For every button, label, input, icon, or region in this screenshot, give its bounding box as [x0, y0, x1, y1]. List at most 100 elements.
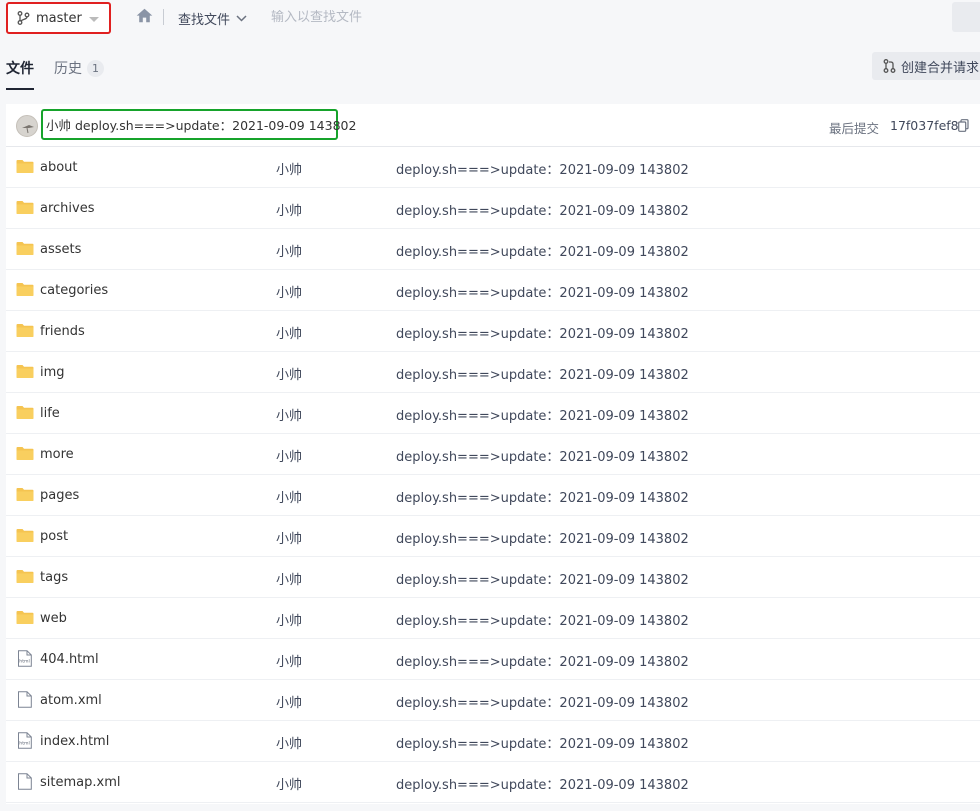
commit-message-link[interactable]: deploy.sh===>update：2021-09-09 143802	[396, 323, 689, 342]
file-name-link[interactable]: tags	[40, 570, 68, 585]
commit-message-link[interactable]: deploy.sh===>update：2021-09-09 143802	[396, 692, 689, 711]
commit-message-link[interactable]: deploy.sh===>update：2021-09-09 143802	[396, 446, 689, 465]
last-commit-label: 最后提交	[829, 121, 880, 136]
avatar-image	[22, 125, 34, 134]
commit-message-link[interactable]: deploy.sh===>update：2021-09-09 143802	[396, 651, 689, 670]
commit-author: 小帅	[276, 491, 303, 506]
avatar[interactable]	[16, 115, 38, 137]
commit-message-link[interactable]: deploy.sh===>update：2021-09-09 143802	[396, 364, 689, 383]
file-name-link[interactable]: post	[40, 529, 68, 544]
commit-author: 小帅	[276, 450, 303, 465]
toolbar-action-button[interactable]	[952, 2, 980, 32]
commit-message-link[interactable]: deploy.sh===>update：2021-09-09 143802	[396, 610, 689, 629]
folder-icon	[16, 159, 34, 176]
table-row[interactable]: life 小帅 deploy.sh===>update：2021-09-09 143…	[6, 393, 980, 434]
file-name-link[interactable]: 404.html	[40, 652, 99, 667]
tab-files[interactable]: 文件	[6, 58, 34, 90]
table-row[interactable]: categories 小帅 deploy.sh===>update：2021-09-…	[6, 270, 980, 311]
commit-author: 小帅	[276, 532, 303, 547]
folder-icon	[16, 364, 34, 381]
table-row[interactable]: tags 小帅 deploy.sh===>update：2021-09-09 143…	[6, 557, 980, 598]
home-icon[interactable]	[136, 8, 153, 23]
commit-message-link[interactable]: deploy.sh===>update：2021-09-09 143802	[396, 159, 689, 178]
file-search-input[interactable]	[271, 10, 471, 25]
commit-message-link[interactable]: deploy.sh===>update：2021-09-09 143802	[396, 282, 689, 301]
commit-author: 小帅	[276, 204, 303, 219]
last-commit-message[interactable]: 小帅 deploy.sh===>update：2021-09-09 143802	[41, 109, 356, 140]
folder-icon	[16, 405, 34, 422]
commit-author: 小帅	[276, 286, 303, 301]
branch-name: master	[36, 10, 82, 26]
file-name-link[interactable]: sitemap.xml	[40, 775, 120, 790]
file-name-link[interactable]: friends	[40, 324, 85, 339]
table-row[interactable]: pages 小帅 deploy.sh===>update：2021-09-09 14…	[6, 475, 980, 516]
file-name-link[interactable]: about	[40, 160, 78, 175]
find-file-label: 查找文件	[178, 13, 231, 28]
folder-icon	[16, 200, 34, 217]
table-row[interactable]: post 小帅 deploy.sh===>update：2021-09-09 143…	[6, 516, 980, 557]
commit-author: 小帅	[276, 409, 303, 424]
folder-icon	[16, 241, 34, 258]
last-commit-message-text: 小帅 deploy.sh===>update：2021-09-09 143802	[46, 118, 357, 133]
folder-icon	[16, 610, 34, 627]
tab-files-label: 文件	[6, 61, 34, 77]
table-row[interactable]: friends 小帅 deploy.sh===>update：2021-09-09 …	[6, 311, 980, 352]
file-name-link[interactable]: life	[40, 406, 60, 421]
create-merge-request-label: 创建合并请求	[901, 60, 980, 76]
folder-icon	[16, 487, 34, 504]
table-row[interactable]: web 小帅 deploy.sh===>update：2021-09-09 1438…	[6, 598, 980, 639]
git-branch-icon	[17, 11, 30, 25]
table-row[interactable]: assets 小帅 deploy.sh===>update：2021-09-09 1…	[6, 229, 980, 270]
file-name-link[interactable]: pages	[40, 488, 79, 503]
history-count-badge: 1	[87, 60, 104, 77]
branch-selector[interactable]: master	[6, 2, 111, 34]
commit-author: 小帅	[276, 737, 303, 752]
commit-message-link[interactable]: deploy.sh===>update：2021-09-09 143802	[396, 200, 689, 219]
commit-author: 小帅	[276, 368, 303, 383]
table-row[interactable]: img 小帅 deploy.sh===>update：2021-09-09 1438…	[6, 352, 980, 393]
file-name-link[interactable]: more	[40, 447, 74, 462]
table-row[interactable]: more 小帅 deploy.sh===>update：2021-09-09 143…	[6, 434, 980, 475]
commit-message-link[interactable]: deploy.sh===>update：2021-09-09 143802	[396, 774, 689, 793]
file-name-link[interactable]: img	[40, 365, 65, 380]
table-row[interactable]: archives 小帅 deploy.sh===>update：2021-09-09…	[6, 188, 980, 229]
commit-message-link[interactable]: deploy.sh===>update：2021-09-09 143802	[396, 241, 689, 260]
file-name-link[interactable]: archives	[40, 201, 95, 216]
commit-author: 小帅	[276, 163, 303, 178]
caret-down-icon	[89, 17, 99, 22]
commit-message-link[interactable]: deploy.sh===>update：2021-09-09 143802	[396, 569, 689, 588]
svg-text:html: html	[19, 740, 29, 746]
folder-icon	[16, 323, 34, 340]
table-row[interactable]: atom.xml 小帅 deploy.sh===>update：2021-09-09…	[6, 680, 980, 721]
create-merge-request-button[interactable]: 创建合并请求	[872, 52, 980, 80]
commit-message-link[interactable]: deploy.sh===>update：2021-09-09 143802	[396, 487, 689, 506]
file-table: about 小帅 deploy.sh===>update：2021-09-09 14…	[6, 147, 980, 803]
file-name-link[interactable]: categories	[40, 283, 108, 298]
folder-icon	[16, 446, 34, 463]
table-row[interactable]: sitemap.xml 小帅 deploy.sh===>update：2021-09…	[6, 762, 980, 803]
table-row[interactable]: html index.html 小帅 deploy.sh===>update：2021…	[6, 721, 980, 762]
file-name-link[interactable]: index.html	[40, 734, 109, 749]
breadcrumb-divider	[163, 9, 164, 25]
file-name-link[interactable]: web	[40, 611, 67, 626]
commit-author: 小帅	[276, 778, 303, 793]
commit-message-link[interactable]: deploy.sh===>update：2021-09-09 143802	[396, 528, 689, 547]
file-list-panel: 小帅 deploy.sh===>update：2021-09-09 143802…	[6, 104, 980, 804]
commit-message-link[interactable]: deploy.sh===>update：2021-09-09 143802	[396, 405, 689, 424]
table-row[interactable]: html 404.html 小帅 deploy.sh===>update：2021-0…	[6, 639, 980, 680]
tab-history-label: 历史	[54, 61, 82, 77]
repo-tabs: 文件 历史 1	[0, 46, 980, 90]
file-icon	[17, 773, 35, 790]
commit-hash-link[interactable]: 17f037fef8	[890, 118, 959, 133]
tab-history[interactable]: 历史 1	[54, 58, 104, 78]
commit-message-link[interactable]: deploy.sh===>update：2021-09-09 143802	[396, 733, 689, 752]
table-row[interactable]: about 小帅 deploy.sh===>update：2021-09-09 14…	[6, 147, 980, 188]
folder-icon	[16, 282, 34, 299]
file-name-link[interactable]: assets	[40, 242, 81, 257]
file-icon	[17, 691, 35, 708]
commit-author: 小帅	[276, 696, 303, 711]
find-file-dropdown[interactable]: 查找文件	[178, 9, 247, 28]
copy-icon[interactable]	[958, 119, 969, 132]
folder-icon	[16, 528, 34, 545]
file-name-link[interactable]: atom.xml	[40, 693, 102, 708]
